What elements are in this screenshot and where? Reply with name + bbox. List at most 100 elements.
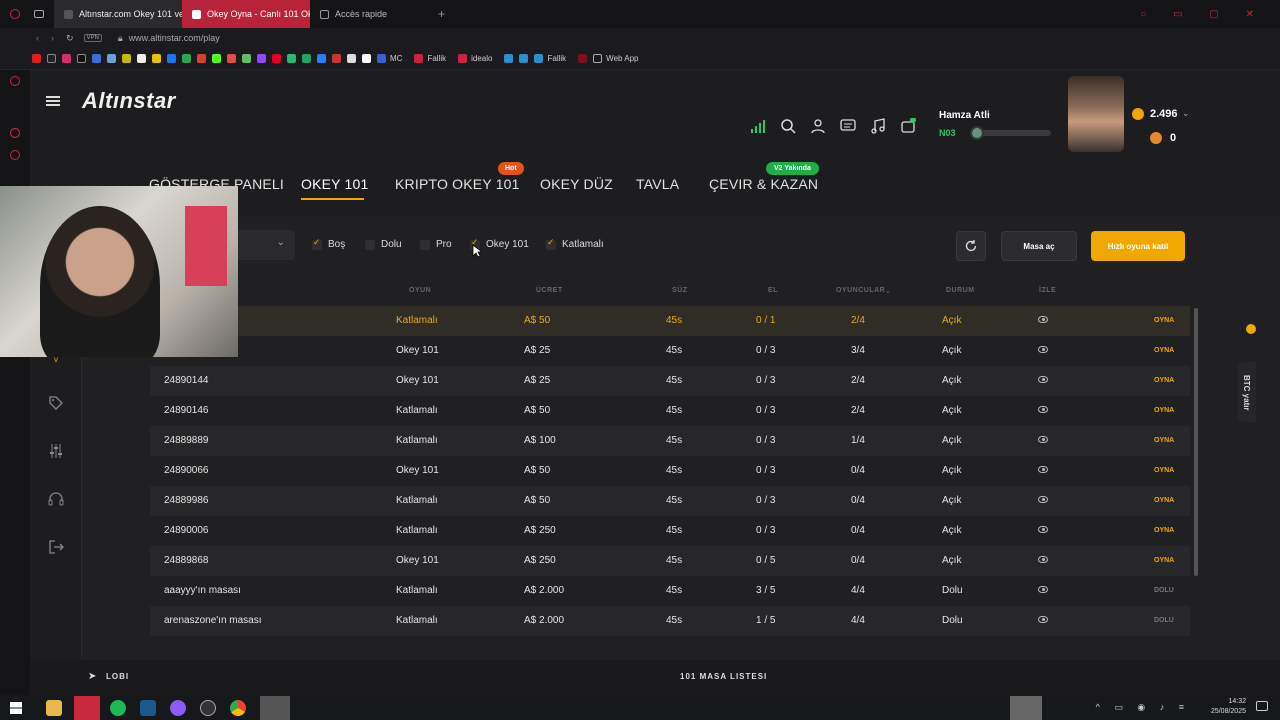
table-row[interactable]: Okey 101 A$ 25 45s 0 / 3 3/4 Açık OYNA xyxy=(150,336,1190,366)
th-oyun[interactable]: OYUN xyxy=(409,287,431,294)
bookmark-icon[interactable] xyxy=(302,54,311,63)
chevron-down-icon[interactable]: ⌄ xyxy=(1182,108,1190,119)
site-logo[interactable]: Altınstar xyxy=(82,88,176,114)
opera-logo-icon[interactable] xyxy=(10,9,20,19)
steam-icon[interactable] xyxy=(140,699,156,716)
bookmark-icon[interactable] xyxy=(137,54,146,63)
play-button[interactable]: OYNA xyxy=(1154,437,1174,444)
th-izle[interactable]: İZLE xyxy=(1039,287,1056,294)
headset-icon[interactable] xyxy=(48,491,64,507)
windows-start-icon[interactable] xyxy=(10,701,22,714)
twitch-icon[interactable] xyxy=(257,54,266,63)
watch-eye-icon[interactable] xyxy=(1038,316,1048,323)
play-button[interactable]: OYNA xyxy=(1154,317,1174,324)
table-scrollbar[interactable] xyxy=(1194,308,1198,576)
bookmark-icon[interactable] xyxy=(122,54,131,63)
facebook-icon[interactable] xyxy=(167,54,176,63)
music-icon[interactable] xyxy=(870,118,886,134)
sliders-icon[interactable] xyxy=(48,443,64,459)
tab-okey-oyna[interactable]: Okey Oyna - Canlı 101 Ok xyxy=(182,0,310,28)
quick-join-button[interactable]: Hızlı oyuna katıl xyxy=(1091,231,1185,261)
play-button[interactable]: OYNA xyxy=(1154,347,1174,354)
bookmark-icon[interactable] xyxy=(578,54,588,63)
bookmark-icon[interactable] xyxy=(182,54,191,63)
nav-kripto-okey-101[interactable]: KRIPTO OKEY 101 xyxy=(395,176,520,192)
th-durum[interactable]: DURUM xyxy=(946,287,975,294)
bookmark-icon[interactable] xyxy=(92,54,101,63)
sidebar-app-icon[interactable] xyxy=(10,76,20,86)
instagram-icon[interactable] xyxy=(62,54,71,63)
friends-icon[interactable] xyxy=(810,118,826,134)
watch-eye-icon[interactable] xyxy=(1038,496,1048,503)
notification-icon[interactable] xyxy=(1256,701,1268,711)
avatar[interactable] xyxy=(1068,76,1124,152)
tiktok-icon[interactable] xyxy=(47,54,56,63)
tray-icons[interactable]: ^ ▭ ◉ ♪ ≡ xyxy=(1096,702,1190,713)
table-row[interactable]: 24890144 Okey 101 A$ 25 45s 0 / 3 2/4 Açık OYNA xyxy=(150,366,1190,396)
nav-tavla[interactable]: TAVLA xyxy=(636,176,679,192)
spotify-icon[interactable] xyxy=(110,699,126,716)
bookmark-icon[interactable] xyxy=(152,54,161,63)
play-button[interactable]: OYNA xyxy=(1154,467,1174,474)
play-button[interactable]: OYNA xyxy=(1154,377,1174,384)
app-icon[interactable] xyxy=(170,699,186,716)
pinterest-icon[interactable] xyxy=(272,54,281,63)
user-name[interactable]: Hamza Atli xyxy=(939,110,990,121)
refresh-button[interactable] xyxy=(956,231,986,261)
watch-eye-icon[interactable] xyxy=(1038,406,1048,413)
x-icon[interactable] xyxy=(77,54,86,63)
nav-okey-duz[interactable]: OKEY DÜZ xyxy=(540,176,613,192)
youtube-icon[interactable] xyxy=(32,54,41,63)
table-row[interactable]: 24889889 Katlamalı A$ 100 45s 0 / 3 1/4 Açık OY… xyxy=(150,426,1190,456)
table-row[interactable]: arenaszone'ın masası Katlamalı A$ 2.000 45s… xyxy=(150,606,1190,636)
nav-cevir-kazan[interactable]: ÇEVIR & KAZAN xyxy=(709,176,818,192)
play-button[interactable]: OYNA xyxy=(1154,527,1174,534)
watch-eye-icon[interactable] xyxy=(1038,436,1048,443)
window-controls[interactable]: ○ ▭ ▢ ✕ xyxy=(1140,9,1266,20)
table-row[interactable]: 24889868 Okey 101 A$ 250 45s 0 / 5 0/4 Açık OYN… xyxy=(150,546,1190,576)
opera-taskbar-icon[interactable] xyxy=(74,695,100,720)
bookmark-icon[interactable] xyxy=(519,54,529,63)
bookmark-icon[interactable] xyxy=(347,54,356,63)
sort-icon[interactable]: ⌄ xyxy=(885,287,891,295)
checkbox-icon[interactable] xyxy=(546,237,556,250)
checkbox-icon[interactable] xyxy=(365,239,375,250)
watch-eye-icon[interactable] xyxy=(1038,556,1048,563)
bookmark-icon[interactable] xyxy=(332,54,341,63)
bookmark-fallik-2[interactable]: Fallik xyxy=(534,54,566,63)
checkbox-icon[interactable] xyxy=(312,237,322,250)
wallet-icon[interactable] xyxy=(900,118,916,134)
bookmark-web-app[interactable]: Web App xyxy=(593,54,638,63)
system-clock[interactable]: 14:32 25/08/2025 xyxy=(1211,697,1246,717)
play-button[interactable]: OYNA xyxy=(1154,557,1174,564)
chrome-icon[interactable] xyxy=(230,699,246,716)
lobby-button[interactable]: LOBI xyxy=(106,672,129,681)
table-row[interactable]: 24890146 Katlamalı A$ 50 45s 0 / 3 2/4 Açık OYN… xyxy=(150,396,1190,426)
filter-katlamali[interactable]: Katlamalı xyxy=(546,237,604,250)
btc-icon[interactable] xyxy=(1246,324,1256,334)
file-explorer-icon[interactable] xyxy=(46,699,62,716)
watch-eye-icon[interactable] xyxy=(1038,526,1048,533)
bookmark-icon[interactable] xyxy=(107,54,116,63)
th-el[interactable]: EL xyxy=(768,287,778,294)
watch-eye-icon[interactable] xyxy=(1038,466,1048,473)
bookmark-icon[interactable] xyxy=(317,54,326,63)
bookmark-idealo[interactable]: idealo xyxy=(458,54,492,63)
back-icon[interactable]: ‹ xyxy=(36,33,39,43)
game-select[interactable]: ⌄ xyxy=(230,230,295,260)
reload-icon[interactable]: ↻ xyxy=(66,33,74,44)
table-row[interactable]: masasıKatlamalıA$ 5045s0 / 12/4AçıkOYNA xyxy=(150,306,1190,336)
bookmark-icon[interactable] xyxy=(504,54,514,63)
tag-icon[interactable] xyxy=(48,395,64,411)
menu-icon[interactable] xyxy=(46,96,60,106)
filter-dolu[interactable]: Dolu xyxy=(365,239,402,250)
play-button[interactable]: OYNA xyxy=(1154,497,1174,504)
signal-icon[interactable] xyxy=(750,118,766,134)
sidebar-app-icon[interactable] xyxy=(10,150,20,160)
th-oyuncular[interactable]: OYUNCULAR xyxy=(836,287,885,294)
th-suz[interactable]: SÜZ xyxy=(672,287,688,294)
th-ucret[interactable]: ÜCRET xyxy=(536,287,563,294)
bookmark-mc[interactable]: MC xyxy=(377,54,402,63)
vpn-badge[interactable]: VPN xyxy=(83,34,102,42)
table-row[interactable]: 24890066 Okey 101 A$ 50 45s 0 / 3 0/4 Açık OYNA xyxy=(150,456,1190,486)
